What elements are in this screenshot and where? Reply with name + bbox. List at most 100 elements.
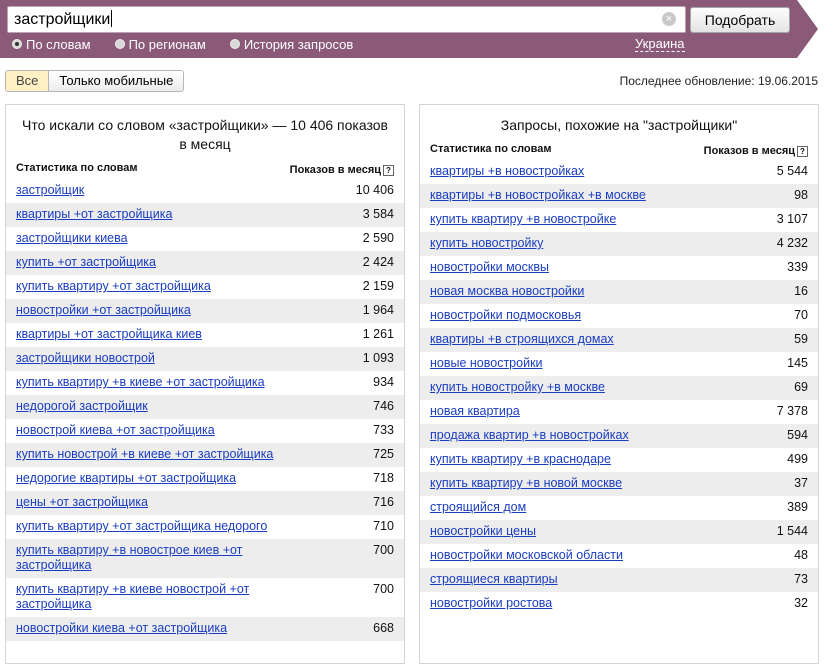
keyword-link[interactable]: новостройки ростова (430, 596, 552, 611)
mode-by-regions[interactable]: По регионам (114, 36, 206, 52)
keyword-link[interactable]: купить новостройку +в москве (430, 380, 605, 395)
mode-history[interactable]: История запросов (229, 36, 353, 52)
region-selector[interactable]: Украина (635, 36, 685, 52)
table-row: купить квартиру +в новой москве 37 (420, 472, 818, 496)
keyword-link[interactable]: новостройки москвы (430, 260, 549, 275)
table-row: квартиры +в строящихся домах 59 (420, 328, 818, 352)
words-table: застройщик 10 406 квартиры +от застройщика… (6, 179, 404, 641)
impressions-count: 700 (373, 543, 394, 557)
mode-label: По регионам (128, 36, 206, 52)
table-row: новостройки москвы 339 (420, 256, 818, 280)
help-icon[interactable]: ? (383, 164, 394, 176)
keyword-link[interactable]: квартиры +в строящихся домах (430, 332, 614, 347)
keyword-link[interactable]: квартиры +в новостройках +в москве (430, 188, 646, 203)
keyword-link[interactable]: новостройки киева +от застройщика (16, 621, 227, 636)
keyword-link[interactable]: новая москва новостройки (430, 284, 584, 299)
table-row: новостройки московской области 48 (420, 544, 818, 568)
radio-icon (229, 39, 240, 49)
impressions-count: 69 (794, 380, 808, 394)
table-row: недорогие квартиры +от застройщика 718 (6, 467, 404, 491)
text-caret (111, 10, 113, 27)
similar-panel: Запросы, похожие на "застройщики" Статис… (419, 104, 819, 664)
search-input[interactable]: застройщики (7, 6, 686, 33)
keyword-link[interactable]: застройщики новострой (16, 351, 155, 366)
keyword-link[interactable]: новострой киева +от застройщика (16, 423, 215, 438)
keyword-link[interactable]: новые новостройки (430, 356, 543, 371)
keyword-link[interactable]: новая квартира (430, 404, 520, 419)
table-row: квартиры +в новостройках +в москве 98 (420, 184, 818, 208)
similar-table: квартиры +в новостройках 5 544 квартиры +в… (420, 160, 818, 616)
table-row: купить новострой +в киеве +от застройщик… (6, 443, 404, 467)
keyword-link[interactable]: квартиры +от застройщика (16, 207, 172, 222)
table-row: купить квартиру +в киеве новострой +от з… (6, 578, 404, 617)
keyword-link[interactable]: купить квартиру +в новострое киев +от за… (16, 543, 286, 573)
impressions-count: 32 (794, 596, 808, 610)
count-column-header: Показов в месяц (703, 145, 795, 157)
keyword-link[interactable]: квартиры +в новостройках (430, 164, 584, 179)
impressions-count: 934 (373, 375, 394, 389)
table-row: новостройки +от застройщика 1 964 (6, 299, 404, 323)
search-mode-group: По словам По регионам История запросов (12, 36, 377, 52)
keyword-link[interactable]: купить квартиру +от застройщика (16, 279, 211, 294)
keyword-link[interactable]: новостройки +от застройщика (16, 303, 191, 318)
keyword-link[interactable]: купить новострой +в киеве +от застройщик… (16, 447, 273, 462)
help-icon[interactable]: ? (797, 145, 808, 157)
radio-selected-icon (12, 39, 22, 49)
device-filter: Все Только мобильные (5, 70, 185, 92)
table-row: новостройки ростова 32 (420, 592, 818, 616)
keyword-link[interactable]: купить квартиру +от застройщика недорого (16, 519, 267, 534)
table-row: купить новостройку 4 232 (420, 232, 818, 256)
impressions-count: 7 378 (776, 404, 808, 418)
impressions-count: 339 (787, 260, 808, 274)
mode-label: По словам (26, 36, 91, 52)
keyword-link[interactable]: новостройки цены (430, 524, 536, 539)
impressions-count: 733 (373, 423, 394, 437)
impressions-count: 48 (794, 548, 808, 562)
impressions-count: 145 (787, 356, 808, 370)
keyword-link[interactable]: купить квартиру +в киеве новострой +от з… (16, 582, 286, 612)
keyword-link[interactable]: купить +от застройщика (16, 255, 156, 270)
impressions-count: 700 (373, 582, 394, 596)
keyword-link[interactable]: купить новостройку (430, 236, 543, 251)
table-row: строящийся дом 389 (420, 496, 818, 520)
submit-button[interactable]: Подобрать (690, 7, 790, 33)
keyword-link[interactable]: строящиеся квартиры (430, 572, 558, 587)
keyword-link[interactable]: купить квартиру +в новой москве (430, 476, 622, 491)
impressions-count: 1 093 (362, 351, 394, 365)
keyword-link[interactable]: новостройки московской области (430, 548, 623, 563)
table-row: купить квартиру +от застройщика недорого… (6, 515, 404, 539)
keyword-link[interactable]: квартиры +от застройщика киев (16, 327, 202, 342)
impressions-count: 389 (787, 500, 808, 514)
table-row: новострой киева +от застройщика 733 (6, 419, 404, 443)
keyword-link[interactable]: недорогие квартиры +от застройщика (16, 471, 236, 486)
impressions-count: 2 590 (362, 231, 394, 245)
filter-all-button[interactable]: Все (6, 71, 50, 91)
keyword-link[interactable]: купить квартиру +в новостройке (430, 212, 616, 227)
impressions-count: 59 (794, 332, 808, 346)
table-row: купить квартиру +в новостройке 3 107 (420, 208, 818, 232)
keyword-link[interactable]: цены +от застройщика (16, 495, 148, 510)
clear-icon[interactable]: × (662, 12, 676, 26)
keyword-link[interactable]: новостройки подмосковья (430, 308, 581, 323)
mode-by-words[interactable]: По словам (12, 36, 91, 52)
table-row: недорогой застройщик 746 (6, 395, 404, 419)
keyword-column-header: Статистика по словам (430, 143, 552, 155)
impressions-count: 37 (794, 476, 808, 490)
impressions-count: 710 (373, 519, 394, 533)
keyword-link[interactable]: продажа квартир +в новостройках (430, 428, 629, 443)
table-row: застройщики киева 2 590 (6, 227, 404, 251)
impressions-count: 1 544 (776, 524, 808, 538)
impressions-count: 4 232 (776, 236, 808, 250)
keyword-link[interactable]: строящийся дом (430, 500, 526, 515)
impressions-count: 3 584 (362, 207, 394, 221)
impressions-count: 718 (373, 471, 394, 485)
impressions-count: 1 964 (362, 303, 394, 317)
impressions-count: 1 261 (362, 327, 394, 341)
keyword-link[interactable]: купить квартиру +в краснодаре (430, 452, 611, 467)
filter-mobile-button[interactable]: Только мобильные (49, 71, 184, 91)
keyword-link[interactable]: застройщик (16, 183, 84, 198)
keyword-link[interactable]: застройщики киева (16, 231, 128, 246)
impressions-count: 594 (787, 428, 808, 442)
keyword-link[interactable]: купить квартиру +в киеве +от застройщика (16, 375, 265, 390)
keyword-link[interactable]: недорогой застройщик (16, 399, 148, 414)
